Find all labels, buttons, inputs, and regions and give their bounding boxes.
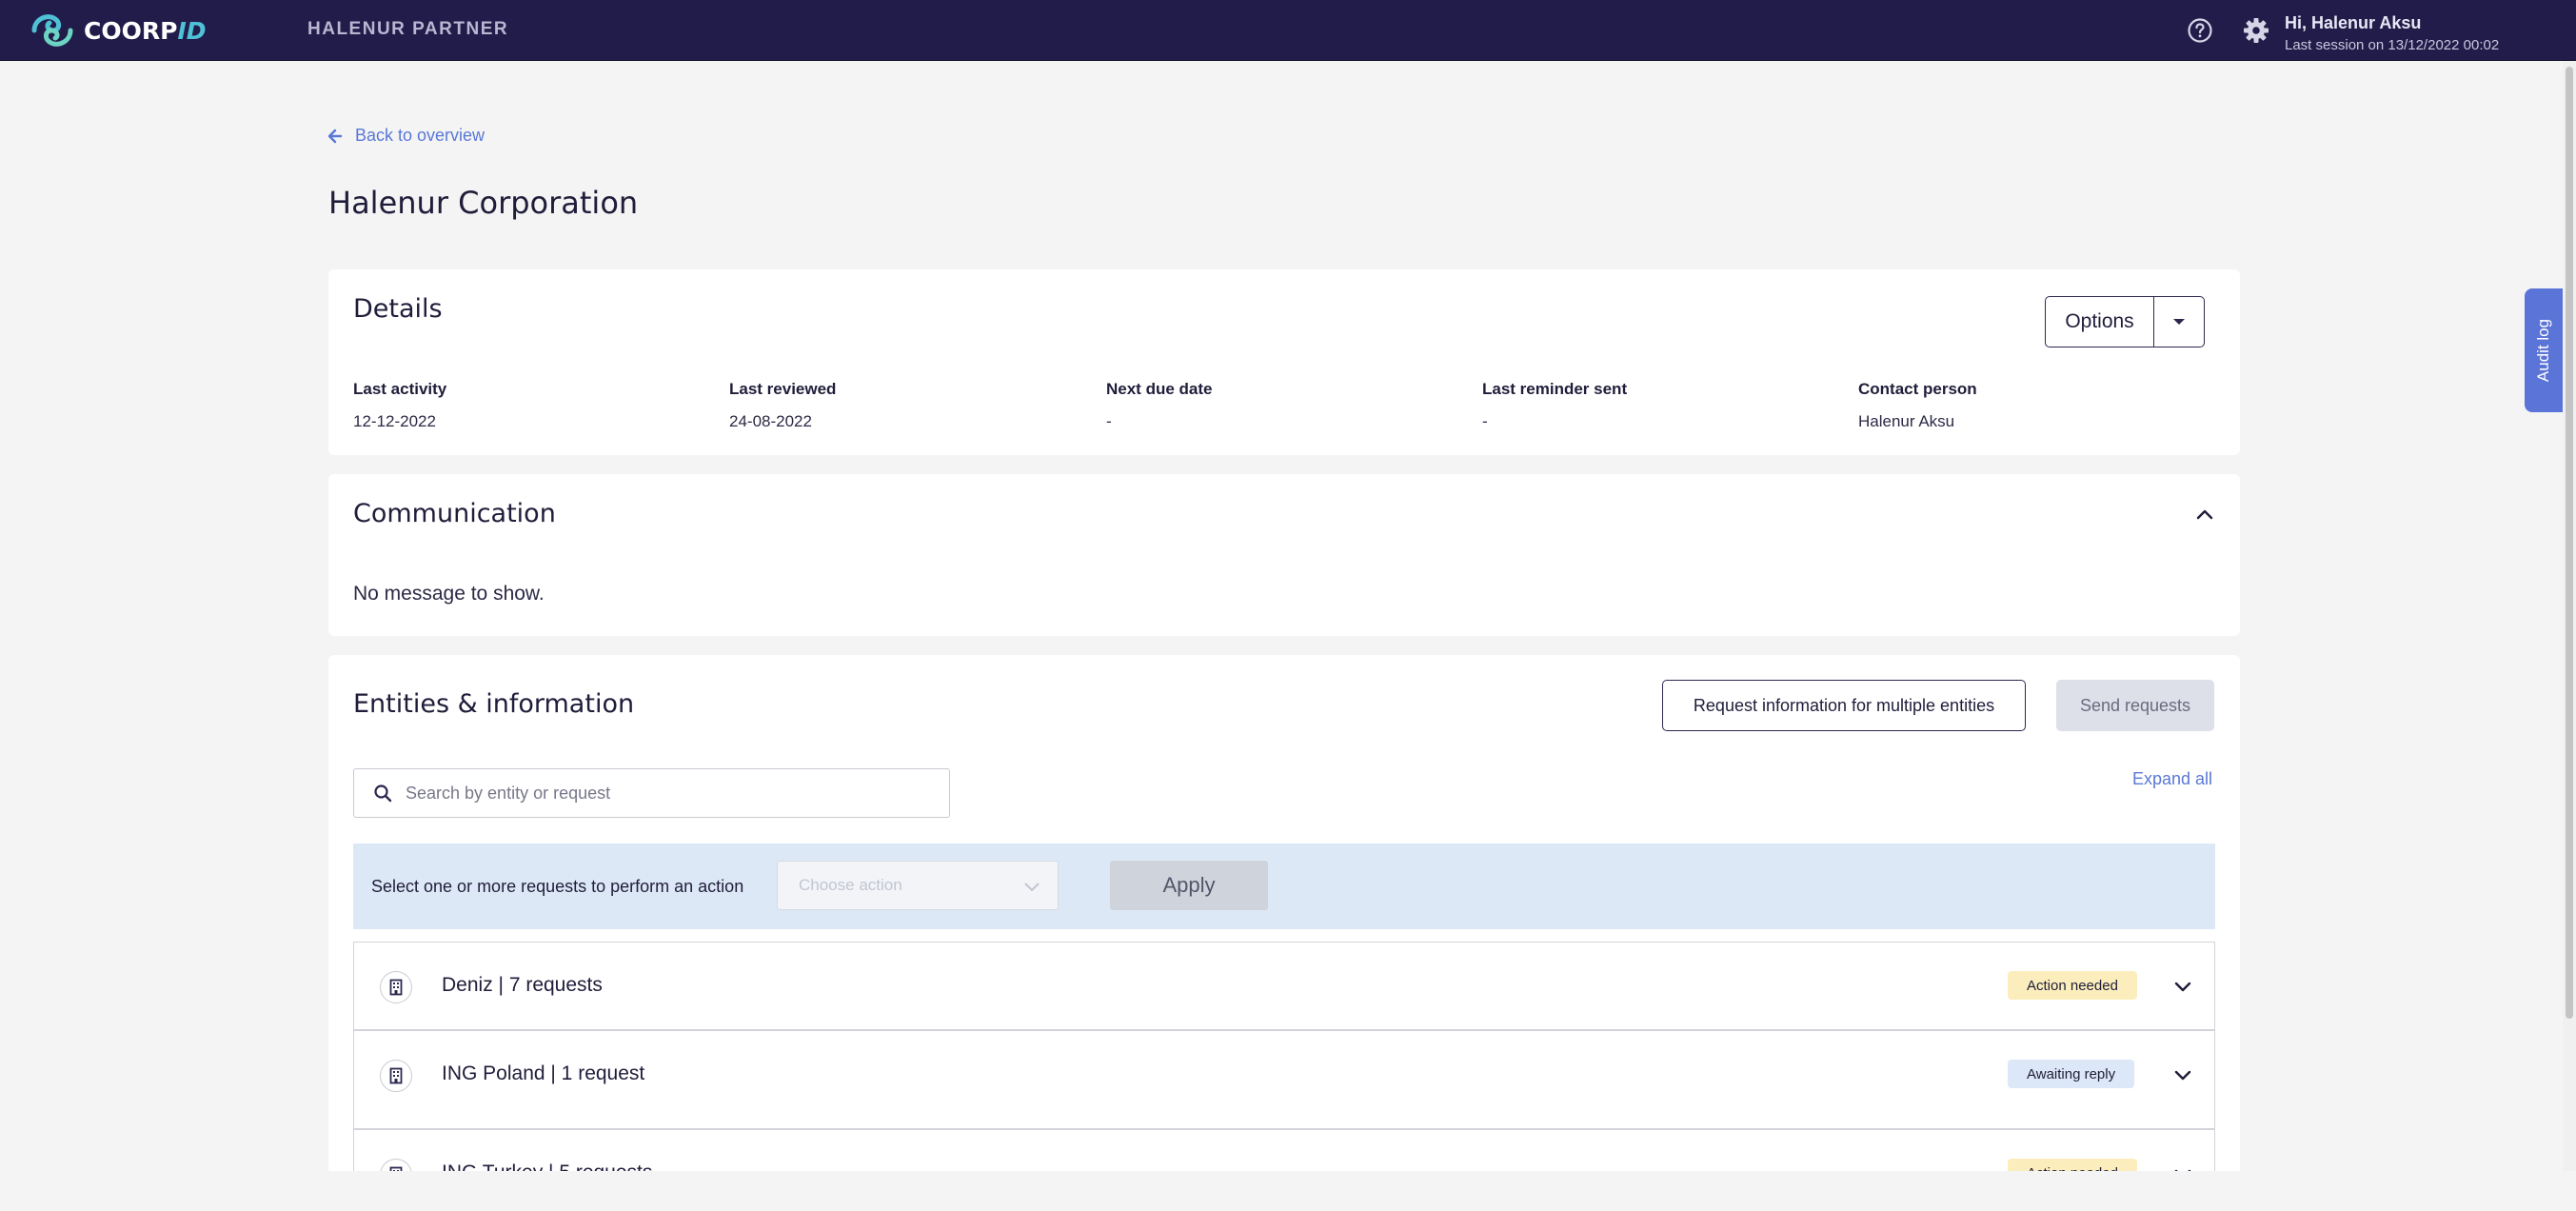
communication-title: Communication: [353, 499, 556, 528]
building-icon: [380, 1060, 412, 1092]
logo-swirl-icon: [31, 14, 73, 47]
options-dropdown-toggle[interactable]: [2154, 297, 2204, 347]
entity-name: ING Poland | 1 request: [442, 1062, 645, 1084]
status-badge: Action needed: [2008, 971, 2137, 1000]
communication-card: Communication No message to show.: [328, 474, 2240, 636]
entities-card: Entities & information Request informati…: [328, 655, 2240, 1211]
building-icon: [380, 971, 412, 1003]
entity-search[interactable]: [353, 768, 950, 818]
page-title: Halenur Corporation: [328, 185, 639, 221]
scrollbar-thumb[interactable]: [2566, 67, 2573, 1019]
detail-last-reviewed: Last reviewed 24-08-2022: [729, 380, 836, 431]
caret-down-icon: [2173, 319, 2185, 325]
details-card: Details Options Last activity 12-12-2022…: [328, 269, 2240, 455]
choose-action-placeholder: Choose action: [799, 876, 902, 894]
bulk-action-bar: Select one or more requests to perform a…: [353, 844, 2215, 929]
audit-log-label: Audit log: [2534, 318, 2553, 383]
coorpid-logo[interactable]: COORPID: [27, 10, 207, 51]
detail-label: Next due date: [1106, 380, 1213, 398]
no-message-text: No message to show.: [353, 583, 545, 605]
page-bottom-edge: [0, 1171, 2576, 1211]
back-link-label: Back to overview: [355, 126, 485, 145]
search-icon: [374, 784, 392, 803]
chevron-down-icon[interactable]: [2172, 1064, 2193, 1085]
detail-label: Contact person: [1858, 380, 1977, 398]
details-title: Details: [353, 294, 443, 324]
audit-log-tab[interactable]: Audit log: [2525, 288, 2563, 412]
entities-title: Entities & information: [353, 689, 635, 719]
page-scrollbar[interactable]: [2563, 61, 2576, 1171]
detail-label: Last reminder sent: [1482, 380, 1628, 398]
detail-value: 12-12-2022: [353, 412, 436, 430]
help-icon[interactable]: [2187, 17, 2213, 44]
detail-contact-person: Contact person Halenur Aksu: [1858, 380, 1977, 431]
back-to-overview-link[interactable]: Back to overview: [327, 126, 485, 146]
expand-all-link[interactable]: Expand all: [2132, 769, 2212, 789]
partner-name: HALENUR PARTNER: [307, 19, 509, 39]
request-multiple-entities-button[interactable]: Request information for multiple entitie…: [1662, 680, 2026, 731]
chevron-down-icon[interactable]: [2172, 976, 2193, 997]
detail-value: -: [1482, 412, 1488, 430]
status-badge: Awaiting reply: [2008, 1060, 2135, 1088]
detail-label: Last reviewed: [729, 380, 837, 398]
chevron-up-icon[interactable]: [2194, 505, 2215, 526]
arrow-left-icon: [327, 129, 343, 143]
detail-last-reminder-sent: Last reminder sent -: [1482, 380, 1627, 431]
send-requests-button[interactable]: Send requests: [2056, 680, 2214, 731]
entity-row[interactable]: ING Poland | 1 request Awaiting reply: [353, 1030, 2215, 1129]
detail-value: Halenur Aksu: [1858, 412, 1955, 430]
detail-last-activity: Last activity 12-12-2022: [353, 380, 446, 431]
entity-name: Deniz | 7 requests: [442, 974, 603, 996]
options-label[interactable]: Options: [2046, 297, 2154, 347]
user-greeting: Hi, Halenur Aksu: [2285, 13, 2422, 32]
chevron-down-icon: [1024, 883, 1040, 892]
apply-button[interactable]: Apply: [1110, 861, 1268, 910]
choose-action-select[interactable]: Choose action: [777, 861, 1059, 910]
search-input[interactable]: [406, 783, 920, 804]
user-session-info[interactable]: Hi, Halenur Aksu Last session on 13/12/2…: [2285, 13, 2499, 53]
top-navigation-bar: COORPID HALENUR PARTNER Hi, Halenur Aksu…: [0, 0, 2576, 61]
logo-wordmark: COORPID: [84, 16, 207, 45]
options-button[interactable]: Options: [2045, 296, 2205, 347]
bulk-action-label: Select one or more requests to perform a…: [371, 877, 744, 896]
gear-icon[interactable]: [2242, 16, 2270, 45]
detail-label: Last activity: [353, 380, 447, 398]
detail-value: -: [1106, 412, 1112, 430]
detail-next-due-date: Next due date -: [1106, 380, 1212, 431]
detail-value: 24-08-2022: [729, 412, 812, 430]
last-session: Last session on 13/12/2022 00:02: [2285, 37, 2500, 53]
entity-row[interactable]: Deniz | 7 requests Action needed: [353, 942, 2215, 1030]
